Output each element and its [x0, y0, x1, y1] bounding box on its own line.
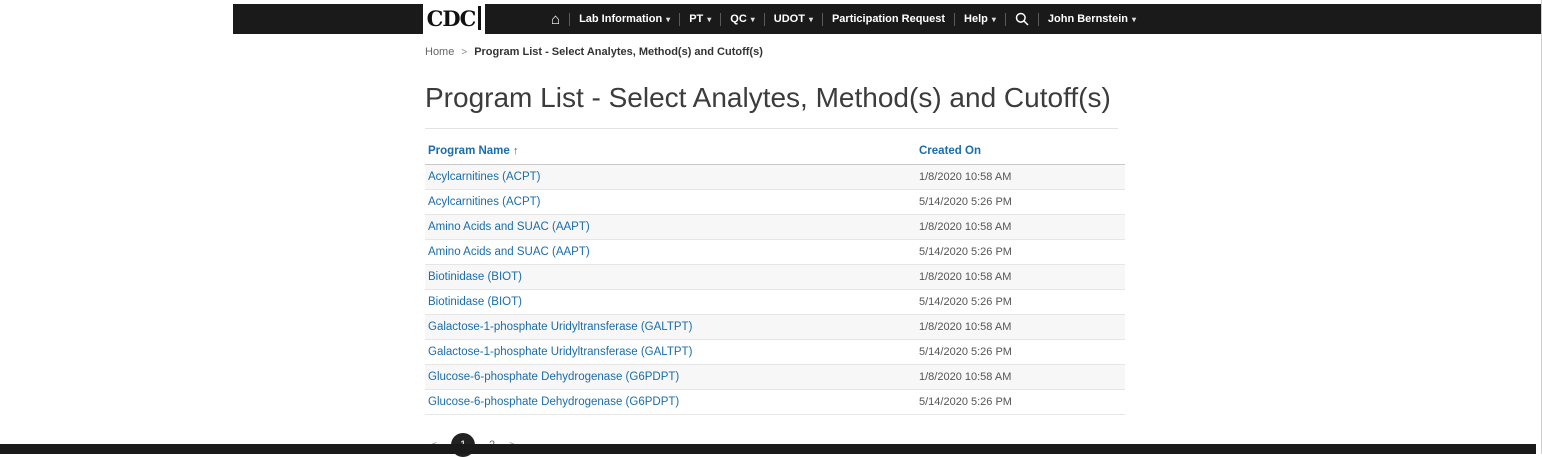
- breadcrumb-current: Program List - Select Analytes, Method(s…: [474, 46, 763, 58]
- program-link[interactable]: Galactose-1-phosphate Uridyltransferase …: [428, 346, 692, 358]
- nav-item-label: Lab Information: [579, 13, 662, 25]
- nav-separator: [1005, 13, 1006, 26]
- title-divider: [425, 128, 1118, 129]
- nav-menu: ⌂ Lab Information ▾ PT ▾ QC ▾ UDOT ▾ Par…: [551, 12, 1136, 27]
- top-nav-bar: CDC ⌂ Lab Information ▾ PT ▾ QC ▾ UDOT ▾…: [233, 4, 1541, 34]
- sort-ascending-icon: ↑: [513, 145, 519, 157]
- nav-item-label: Participation Request: [832, 13, 945, 25]
- created-on-value: 5/14/2020 5:26 PM: [916, 390, 1125, 415]
- nav-separator: [1038, 13, 1039, 26]
- column-header-label: Program Name: [428, 145, 510, 157]
- created-on-value: 1/8/2020 10:58 AM: [916, 315, 1125, 340]
- table-row: Amino Acids and SUAC (AAPT) 5/14/2020 5:…: [425, 240, 1125, 265]
- main-content: Home > Program List - Select Analytes, M…: [425, 46, 1125, 457]
- program-link[interactable]: Glucose-6-phosphate Dehydrogenase (G6PDP…: [428, 396, 679, 408]
- cdc-logo[interactable]: CDC: [423, 1, 485, 35]
- created-on-value: 5/14/2020 5:26 PM: [916, 340, 1125, 365]
- column-header-created-on[interactable]: Created On: [916, 135, 1125, 165]
- nav-item-label: QC: [730, 13, 747, 25]
- chevron-down-icon: ▾: [809, 15, 813, 24]
- column-header-program-name[interactable]: Program Name ↑: [425, 135, 916, 165]
- nav-separator: [954, 13, 955, 26]
- cdc-logo-bar: [478, 6, 481, 30]
- home-icon: ⌂: [551, 12, 560, 27]
- table-row: Amino Acids and SUAC (AAPT) 1/8/2020 10:…: [425, 215, 1125, 240]
- table-row: Glucose-6-phosphate Dehydrogenase (G6PDP…: [425, 365, 1125, 390]
- created-on-value: 5/14/2020 5:26 PM: [916, 190, 1125, 215]
- nav-item-label: Help: [964, 13, 988, 25]
- chevron-down-icon: ▾: [751, 15, 755, 24]
- program-link[interactable]: Biotinidase (BIOT): [428, 296, 522, 308]
- search-icon: [1015, 12, 1029, 26]
- search-button[interactable]: [1015, 12, 1029, 26]
- nav-separator: [569, 13, 570, 26]
- page: { "nav": { "logo_text": "CDC", "icons": …: [0, 0, 1542, 454]
- program-link[interactable]: Amino Acids and SUAC (AAPT): [428, 221, 590, 233]
- nav-separator: [822, 13, 823, 26]
- program-link[interactable]: Acylcarnitines (ACPT): [428, 171, 540, 183]
- nav-item-udot[interactable]: UDOT ▾: [774, 13, 813, 25]
- nav-item-lab-information[interactable]: Lab Information ▾: [579, 13, 670, 25]
- program-table: Program Name ↑ Created On Acylcarnitines…: [425, 135, 1125, 415]
- chevron-down-icon: ▾: [666, 15, 670, 24]
- nav-home-button[interactable]: ⌂: [551, 12, 560, 27]
- table-row: Galactose-1-phosphate Uridyltransferase …: [425, 340, 1125, 365]
- cdc-logo-text: CDC: [427, 6, 476, 31]
- program-link[interactable]: Glucose-6-phosphate Dehydrogenase (G6PDP…: [428, 371, 679, 383]
- nav-item-help[interactable]: Help ▾: [964, 13, 996, 25]
- breadcrumb-home-link[interactable]: Home: [425, 46, 454, 58]
- table-row: Acylcarnitines (ACPT) 1/8/2020 10:58 AM: [425, 165, 1125, 190]
- table-row: Glucose-6-phosphate Dehydrogenase (G6PDP…: [425, 390, 1125, 415]
- breadcrumb: Home > Program List - Select Analytes, M…: [425, 46, 1125, 58]
- nav-item-label: UDOT: [774, 13, 805, 25]
- breadcrumb-separator: >: [461, 47, 467, 58]
- created-on-value: 1/8/2020 10:58 AM: [916, 365, 1125, 390]
- created-on-value: 1/8/2020 10:58 AM: [916, 215, 1125, 240]
- chevron-down-icon: ▾: [707, 15, 711, 24]
- table-row: Biotinidase (BIOT) 1/8/2020 10:58 AM: [425, 265, 1125, 290]
- program-link[interactable]: Acylcarnitines (ACPT): [428, 196, 540, 208]
- created-on-value: 1/8/2020 10:58 AM: [916, 165, 1125, 190]
- program-link[interactable]: Biotinidase (BIOT): [428, 271, 522, 283]
- nav-separator: [764, 13, 765, 26]
- nav-user-menu[interactable]: John Bernstein ▾: [1048, 13, 1136, 25]
- nav-item-participation-request[interactable]: Participation Request: [832, 13, 945, 25]
- nav-item-qc[interactable]: QC ▾: [730, 13, 755, 25]
- table-row: Biotinidase (BIOT) 5/14/2020 5:26 PM: [425, 290, 1125, 315]
- nav-separator: [720, 13, 721, 26]
- page-title: Program List - Select Analytes, Method(s…: [425, 82, 1125, 114]
- table-header-row: Program Name ↑ Created On: [425, 135, 1125, 165]
- created-on-value: 5/14/2020 5:26 PM: [916, 240, 1125, 265]
- program-link[interactable]: Amino Acids and SUAC (AAPT): [428, 246, 590, 258]
- created-on-value: 1/8/2020 10:58 AM: [916, 265, 1125, 290]
- program-link[interactable]: Galactose-1-phosphate Uridyltransferase …: [428, 321, 692, 333]
- table-row: Galactose-1-phosphate Uridyltransferase …: [425, 315, 1125, 340]
- nav-item-label: PT: [689, 13, 703, 25]
- footer-bar: [0, 444, 1536, 454]
- chevron-down-icon: ▾: [992, 15, 996, 24]
- nav-user-label: John Bernstein: [1048, 13, 1128, 25]
- chevron-down-icon: ▾: [1132, 15, 1136, 24]
- table-row: Acylcarnitines (ACPT) 5/14/2020 5:26 PM: [425, 190, 1125, 215]
- created-on-value: 5/14/2020 5:26 PM: [916, 290, 1125, 315]
- nav-separator: [679, 13, 680, 26]
- nav-item-pt[interactable]: PT ▾: [689, 13, 711, 25]
